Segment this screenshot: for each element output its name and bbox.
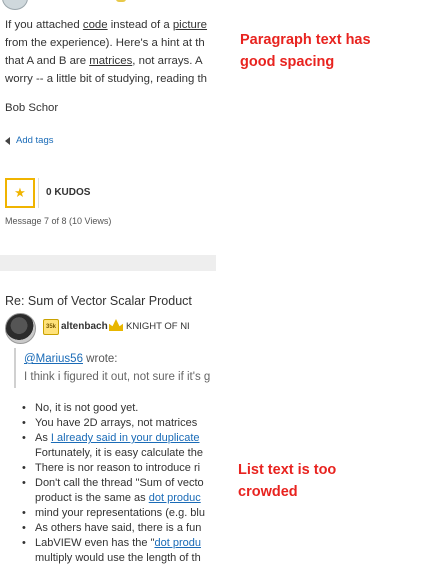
rank-badge-icon: 35k: [43, 319, 59, 335]
list-item: LabVIEW even has the "dot produ: [22, 536, 216, 551]
quote-text: I think i figured it out, not sure if it…: [24, 371, 211, 383]
star-icon: ★: [14, 185, 26, 200]
avatar[interactable]: [2, 0, 28, 10]
list-item-link[interactable]: dot produc: [149, 492, 201, 504]
paragraph-line: from the experience). Here's a hint at t…: [5, 37, 205, 49]
reply-list: No, it is not good yet.You have 2D array…: [22, 401, 216, 565]
matrices-link[interactable]: matrices: [89, 55, 132, 67]
paragraph-line: If you attached code instead of a pictur…: [5, 19, 208, 31]
paragraph-line: that A and B are matrices, not arrays. A: [5, 55, 203, 67]
list-item: Don't call the thread "Sum of vecto: [22, 476, 216, 491]
signature: Bob Schor: [5, 102, 59, 114]
list-item: multiply would use the length of th: [35, 552, 201, 564]
kudo-button[interactable]: ★: [5, 178, 35, 208]
paragraph-note: Paragraph text has good spacing: [240, 32, 371, 70]
list-item: As I already said in your duplicate: [22, 431, 216, 446]
rank-crown-icon: [109, 319, 123, 331]
quote-bar: [14, 348, 16, 388]
reply-title[interactable]: Re: Sum of Vector Scalar Product: [5, 294, 192, 308]
list-item: As others have said, there is a fun: [22, 521, 216, 536]
list-item: There is nor reason to introduce ri: [22, 461, 216, 476]
list-item: Fortunately, it is easy calculate the: [35, 447, 203, 459]
add-tags-link[interactable]: Add tags: [5, 135, 54, 146]
message-info: Message 7 of 8 (10 Views): [5, 216, 112, 226]
quote-author-link[interactable]: @Marius56: [24, 353, 83, 365]
list-item: You have 2D arrays, not matrices: [22, 416, 216, 431]
paragraph-line: worry -- a little bit of studying, readi…: [5, 73, 207, 85]
post-body: If you attached code instead of a pictur…: [5, 16, 216, 88]
list-item: product is the same as dot produc: [35, 492, 201, 504]
quote-author: @Marius56 wrote:: [24, 353, 118, 365]
post-separator: [0, 255, 216, 271]
picture-link[interactable]: picture: [173, 19, 207, 31]
list-item-link[interactable]: dot produ: [154, 537, 200, 549]
list-item: mind your representations (e.g. blu: [22, 506, 216, 521]
list-item-link[interactable]: I already said in your duplicate: [51, 432, 200, 444]
kudos-count[interactable]: 0 KUDOS: [46, 187, 90, 198]
list-item: No, it is not good yet.: [22, 401, 216, 416]
username-link[interactable]: altenbach: [61, 321, 108, 332]
add-tags-label[interactable]: Add tags: [16, 135, 54, 146]
forum-thread-panel: If you attached code instead of a pictur…: [0, 0, 216, 565]
avatar[interactable]: [5, 313, 36, 344]
list-note: List text is too crowded: [238, 462, 337, 500]
code-link[interactable]: code: [83, 19, 108, 31]
rank-badge-icon: [116, 0, 126, 2]
rank-label: KNIGHT OF NI: [126, 321, 190, 332]
divider: [38, 178, 39, 208]
tag-icon: [5, 136, 10, 145]
